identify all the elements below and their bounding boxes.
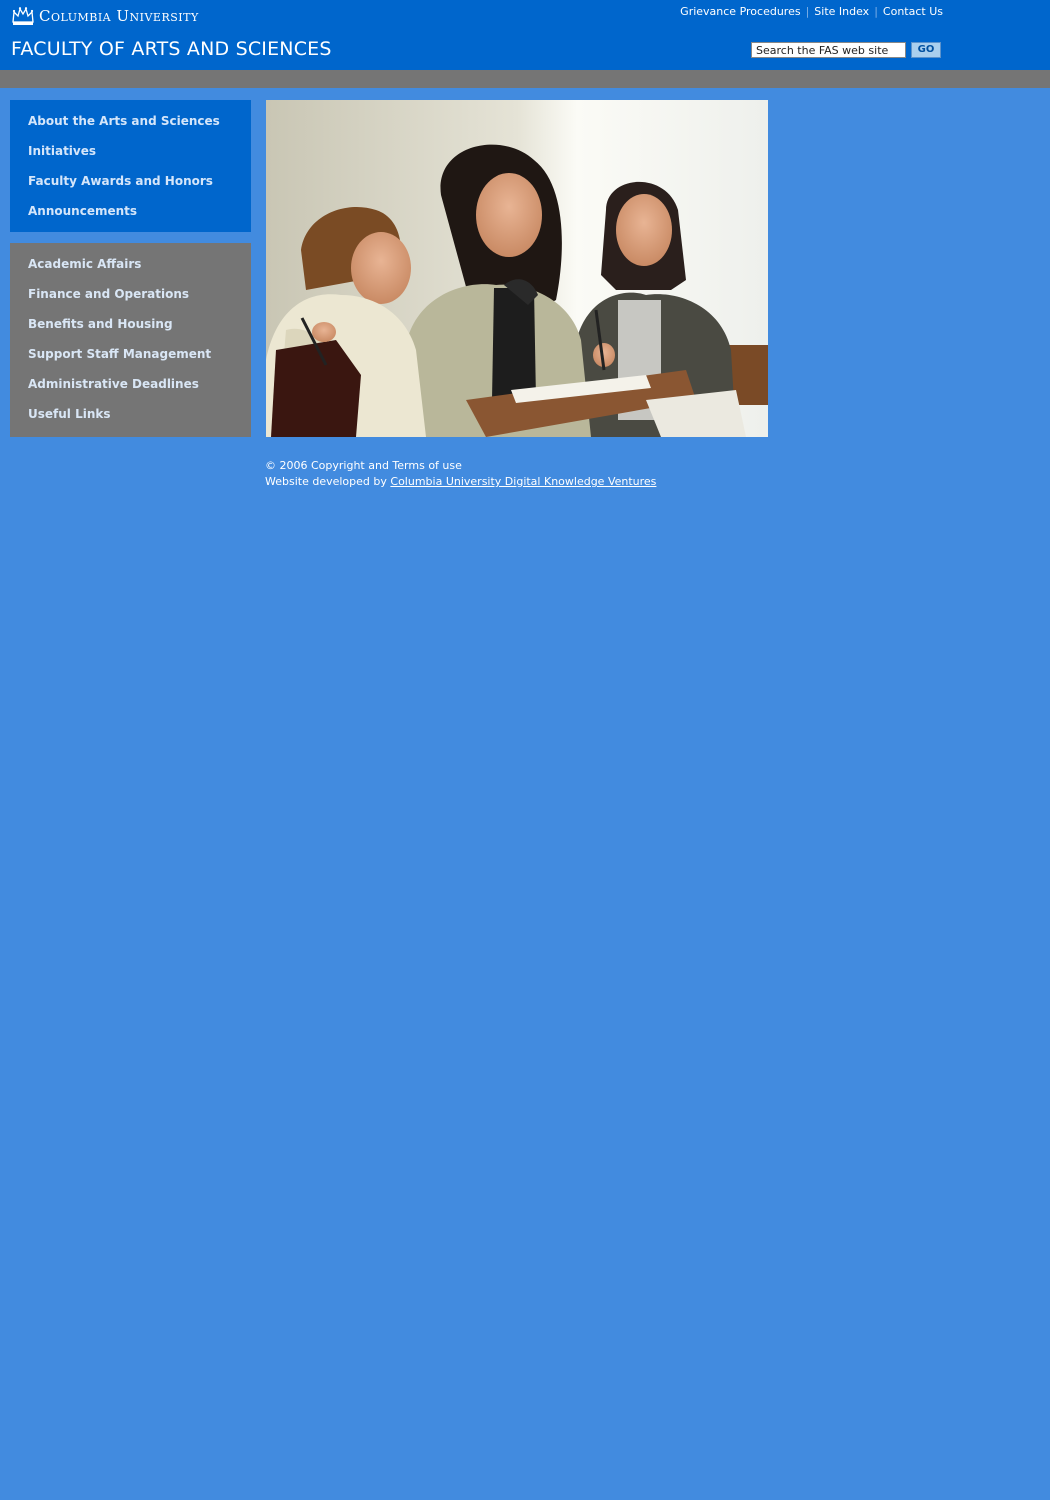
- hero-photo: [266, 100, 768, 437]
- developer-link[interactable]: Columbia University Digital Knowledge Ve…: [390, 475, 656, 488]
- nav-item-support-staff[interactable]: Support Staff Management: [28, 339, 251, 369]
- site-header: Columbia University FACULTY OF ARTS AND …: [0, 0, 1050, 70]
- nav-item-initiatives[interactable]: Initiatives: [28, 136, 251, 166]
- nav-item-benefits-housing[interactable]: Benefits and Housing: [28, 309, 251, 339]
- grievance-procedures-link[interactable]: Grievance Procedures: [680, 5, 800, 18]
- divider: |: [805, 5, 810, 18]
- search-go-button[interactable]: GO: [911, 42, 941, 58]
- nav-item-faculty-awards[interactable]: Faculty Awards and Honors: [28, 166, 251, 196]
- developer-credit-prefix: Website developed by: [265, 475, 387, 488]
- site-index-link[interactable]: Site Index: [814, 5, 869, 18]
- crown-icon: [12, 7, 34, 25]
- nav-item-finance-operations[interactable]: Finance and Operations: [28, 279, 251, 309]
- university-name: Columbia University: [39, 7, 199, 25]
- nav-item-admin-deadlines[interactable]: Administrative Deadlines: [28, 369, 251, 399]
- header-divider-band: [0, 70, 1050, 88]
- nav-item-academic-affairs[interactable]: Academic Affairs: [28, 249, 251, 279]
- university-logo[interactable]: Columbia University: [11, 5, 199, 27]
- contact-us-link[interactable]: Contact Us: [883, 5, 943, 18]
- developer-credit: Website developed by Columbia University…: [265, 474, 656, 490]
- footer: © 2006 Copyright and Terms of use Websit…: [265, 458, 656, 490]
- students-photo: [266, 100, 768, 437]
- copyright-text: © 2006 Copyright and Terms of use: [265, 459, 462, 472]
- primary-nav: About the Arts and Sciences Initiatives …: [10, 100, 251, 232]
- search-input[interactable]: [751, 42, 906, 58]
- utility-nav: Grievance Procedures | Site Index | Contact …: [680, 5, 943, 18]
- nav-item-useful-links[interactable]: Useful Links: [28, 399, 251, 429]
- divider: |: [874, 5, 878, 18]
- secondary-nav: Academic Affairs Finance and Operations …: [10, 243, 251, 437]
- nav-item-announcements[interactable]: Announcements: [28, 196, 251, 226]
- nav-item-about[interactable]: About the Arts and Sciences: [28, 106, 251, 136]
- page-title: FACULTY OF ARTS AND SCIENCES: [11, 38, 332, 60]
